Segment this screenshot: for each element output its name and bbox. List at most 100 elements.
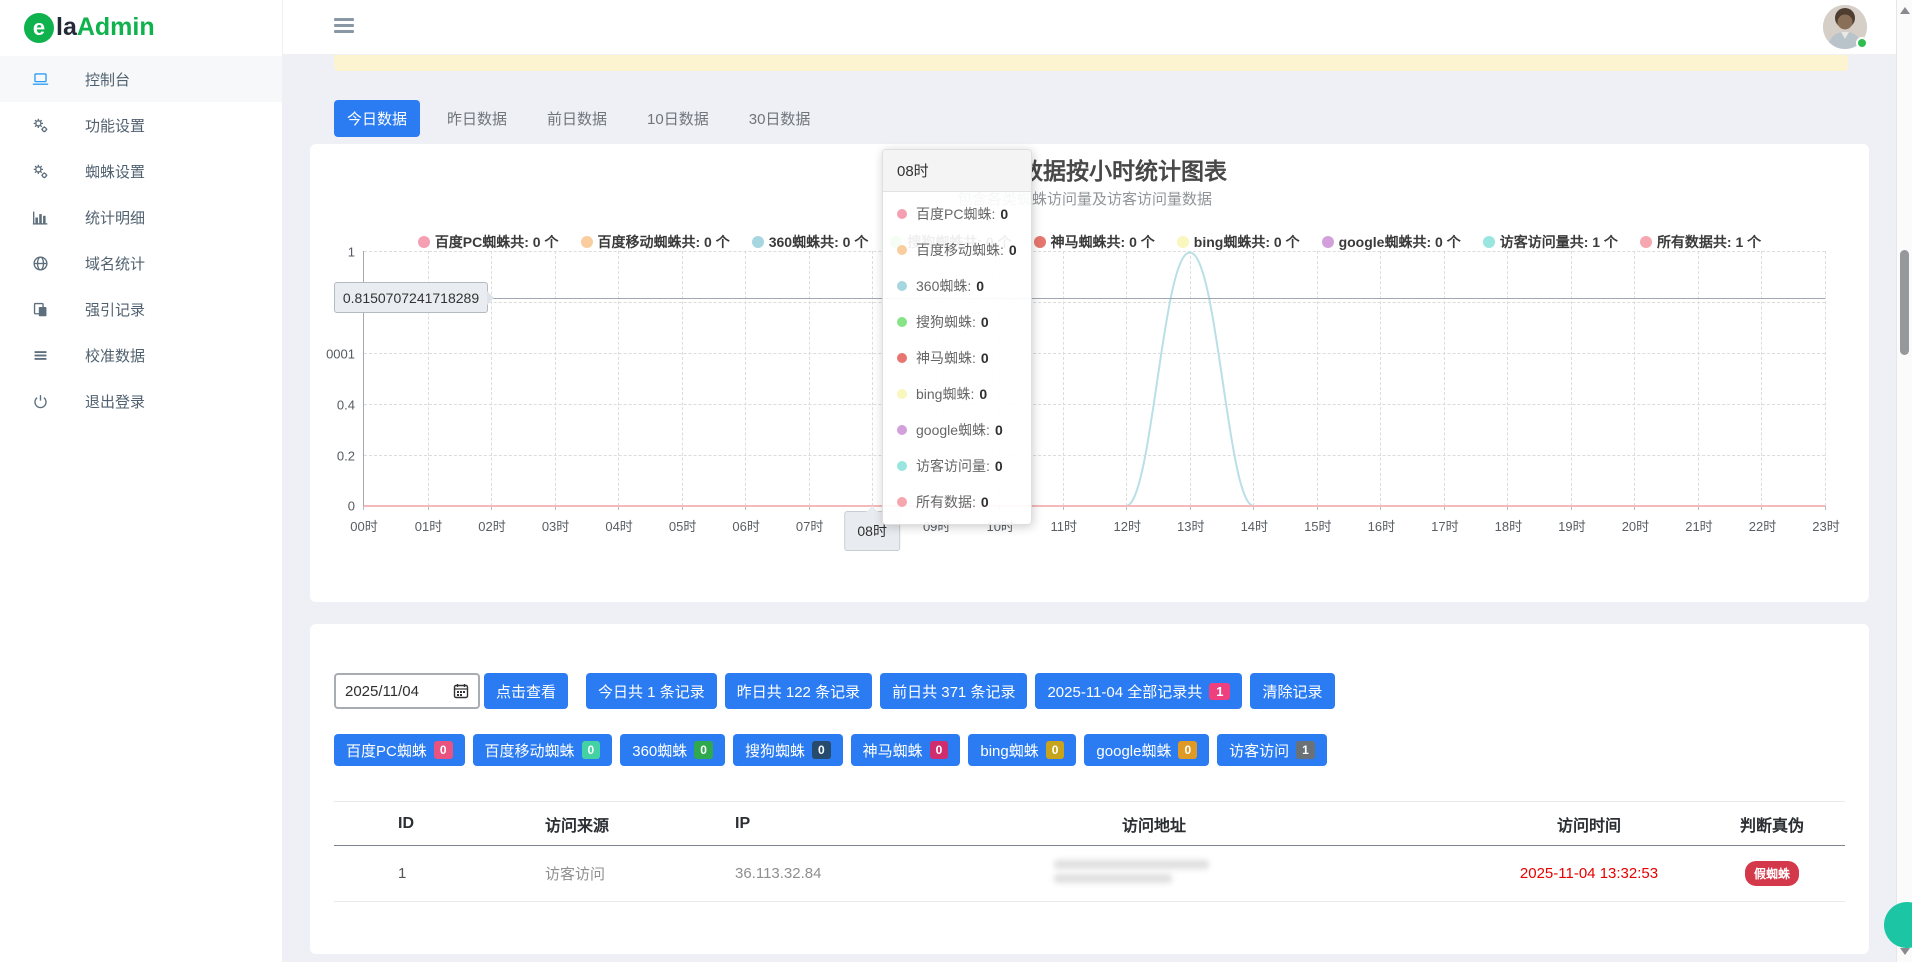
user-avatar[interactable] xyxy=(1823,5,1867,49)
legend-dot xyxy=(418,236,430,248)
table-header-row: ID 访问来源 IP 访问地址 访问时间 判断真伪 xyxy=(334,801,1845,846)
legend-item[interactable]: 百度PC蜘蛛共: 0 个 xyxy=(418,232,559,252)
notice-bar xyxy=(334,53,1848,71)
series-dot xyxy=(897,209,907,219)
date-value: 2025/11/04 xyxy=(345,683,419,700)
tooltip-row: 搜狗蜘蛛: 0 xyxy=(883,304,1031,340)
sidebar-item-label: 统计明细 xyxy=(85,207,145,228)
series-label: 神马蜘蛛: xyxy=(916,348,976,368)
tab-today[interactable]: 今日数据 xyxy=(334,100,420,137)
list-icon xyxy=(30,345,50,365)
chart-plot-area[interactable]: 1 0.8 0001 0.4 0.2 0 00时 01时 02时 03时 04时… xyxy=(363,251,1825,507)
spider-count-button[interactable]: bing蜘蛛 0 xyxy=(968,734,1076,766)
legend-label: 所有数据共: 1 个 xyxy=(1657,232,1761,252)
legend-item[interactable]: google蜘蛛共: 0 个 xyxy=(1322,232,1461,252)
series-label: 360蜘蛛: xyxy=(916,276,971,296)
bar-chart-icon xyxy=(30,207,50,227)
date-input[interactable]: 2025/11/04 xyxy=(334,673,480,709)
series-dot xyxy=(897,245,907,255)
sidebar-item-label: 强引记录 xyxy=(85,299,145,320)
series-value: 0 xyxy=(976,278,984,294)
sidebar-item-label: 域名统计 xyxy=(85,253,145,274)
spider-count-label: 神马蜘蛛 xyxy=(863,740,923,761)
spider-count-button[interactable]: google蜘蛛 0 xyxy=(1084,734,1209,766)
legend-item[interactable]: 所有数据共: 1 个 xyxy=(1640,232,1761,252)
legend-item[interactable]: 神马蜘蛛共: 0 个 xyxy=(1034,232,1155,252)
logo-text-dark: la xyxy=(56,13,77,42)
legend-label: bing蜘蛛共: 0 个 xyxy=(1194,232,1300,252)
series-label: 所有数据: xyxy=(916,492,976,512)
spider-count-button[interactable]: 360蜘蛛 0 xyxy=(620,734,725,766)
scroll-up-arrow-icon[interactable] xyxy=(1900,7,1910,14)
sidebar-item-calibrate-data[interactable]: 校准数据 xyxy=(0,332,282,378)
clear-records-button[interactable]: 清除记录 xyxy=(1250,673,1334,709)
spider-count-badge: 0 xyxy=(930,741,949,759)
spider-count-badge: 0 xyxy=(1178,741,1197,759)
col-header-ip: IP xyxy=(664,815,1044,833)
tab-day-before[interactable]: 前日数据 xyxy=(534,100,620,137)
calendar-icon[interactable] xyxy=(453,683,469,699)
tab-30-days[interactable]: 30日数据 xyxy=(736,100,824,137)
spider-count-badge: 0 xyxy=(434,741,453,759)
today-count-button[interactable]: 今日共 1 条记录 xyxy=(586,673,717,709)
tab-10-days[interactable]: 10日数据 xyxy=(634,100,722,137)
spider-count-badge: 0 xyxy=(582,741,601,759)
spider-count-button[interactable]: 神马蜘蛛 0 xyxy=(851,734,961,766)
paste-icon xyxy=(30,299,50,319)
page-scrollbar[interactable] xyxy=(1896,0,1912,962)
series-label: 搜狗蜘蛛: xyxy=(916,312,976,332)
online-status-dot xyxy=(1856,37,1868,49)
spider-count-label: 百度移动蜘蛛 xyxy=(485,740,575,761)
chart-legend: 百度PC蜘蛛共: 0 个 百度移动蜘蛛共: 0 个 360蜘蛛共: 0 个 搜狗… xyxy=(310,232,1869,252)
sidebar-item-stats-detail[interactable]: 统计明细 xyxy=(0,194,282,240)
logo-text-green: Admin xyxy=(77,13,155,42)
sidebar-nav: 控制台 功能设置 蜘蛛设置 统计明细 域名统计 强引记录 xyxy=(0,55,282,424)
sidebar-item-spider-settings[interactable]: 蜘蛛设置 xyxy=(0,148,282,194)
scroll-down-arrow-icon[interactable] xyxy=(1900,948,1910,955)
page: elaAdmin 控制台 功能设置 蜘蛛设置 统计明细 域名统计 xyxy=(0,0,1912,962)
spider-count-button[interactable]: 搜狗蜘蛛 0 xyxy=(733,734,843,766)
x-tick-label: 01时 xyxy=(415,516,442,535)
series-value: 0 xyxy=(981,494,989,510)
sidebar-item-logout[interactable]: 退出登录 xyxy=(0,378,282,424)
sidebar-item-domain-stats[interactable]: 域名统计 xyxy=(0,240,282,286)
series-dot xyxy=(897,281,907,291)
sidebar-item-label: 蜘蛛设置 xyxy=(85,161,145,182)
series-value: 0 xyxy=(981,350,989,366)
spider-count-button[interactable]: 百度移动蜘蛛 0 xyxy=(473,734,613,766)
tooltip-row: 访客访问量: 0 xyxy=(883,448,1031,484)
day-before-count-button[interactable]: 前日共 371 条记录 xyxy=(880,673,1027,709)
app-logo[interactable]: elaAdmin xyxy=(0,0,282,55)
spider-count-button[interactable]: 访客访问 1 xyxy=(1217,734,1327,766)
series-dot xyxy=(897,389,907,399)
tooltip-row: 360蜘蛛: 0 xyxy=(883,268,1031,304)
scrollbar-thumb[interactable] xyxy=(1900,250,1909,355)
legend-item[interactable]: 360蜘蛛共: 0 个 xyxy=(752,232,869,252)
yesterday-count-button[interactable]: 昨日共 122 条记录 xyxy=(725,673,872,709)
sidebar-item-function-settings[interactable]: 功能设置 xyxy=(0,102,282,148)
hamburger-menu-icon[interactable] xyxy=(334,18,354,35)
records-toolbar: 2025/11/04 点击查看 今日共 1 条记录 昨日共 122 条记录 前日… xyxy=(334,673,1845,709)
legend-label: 访客访问量共: 1 个 xyxy=(1500,232,1618,252)
visitor-line-series xyxy=(364,251,1825,506)
tab-yesterday[interactable]: 昨日数据 xyxy=(434,100,520,137)
legend-item[interactable]: 访客访问量共: 1 个 xyxy=(1483,232,1618,252)
laptop-icon xyxy=(30,69,50,89)
spider-count-button[interactable]: 百度PC蜘蛛 0 xyxy=(334,734,465,766)
series-label: 访客访问量: xyxy=(916,456,990,476)
series-dot xyxy=(897,353,907,363)
col-header-time: 访问时间 xyxy=(1479,812,1699,836)
sidebar-item-force-index[interactable]: 强引记录 xyxy=(0,286,282,332)
spider-count-buttons: 百度PC蜘蛛 0 百度移动蜘蛛 0 360蜘蛛 0 搜狗蜘蛛 0 神马蜘蛛 0 … xyxy=(334,734,1845,766)
series-label: bing蜘蛛: xyxy=(916,384,974,404)
spider-count-label: bing蜘蛛 xyxy=(980,740,1038,761)
x-tick-label: 15时 xyxy=(1304,516,1331,535)
view-button[interactable]: 点击查看 xyxy=(484,673,568,709)
legend-item[interactable]: 百度移动蜘蛛共: 0 个 xyxy=(581,232,730,252)
series-value: 0 xyxy=(979,386,987,402)
legend-dot xyxy=(1322,236,1334,248)
legend-item[interactable]: bing蜘蛛共: 0 个 xyxy=(1177,232,1300,252)
all-records-button[interactable]: 2025-11-04 全部记录共 1 xyxy=(1035,673,1242,709)
sidebar-item-console[interactable]: 控制台 xyxy=(0,56,282,102)
spider-count-badge: 0 xyxy=(1046,741,1065,759)
